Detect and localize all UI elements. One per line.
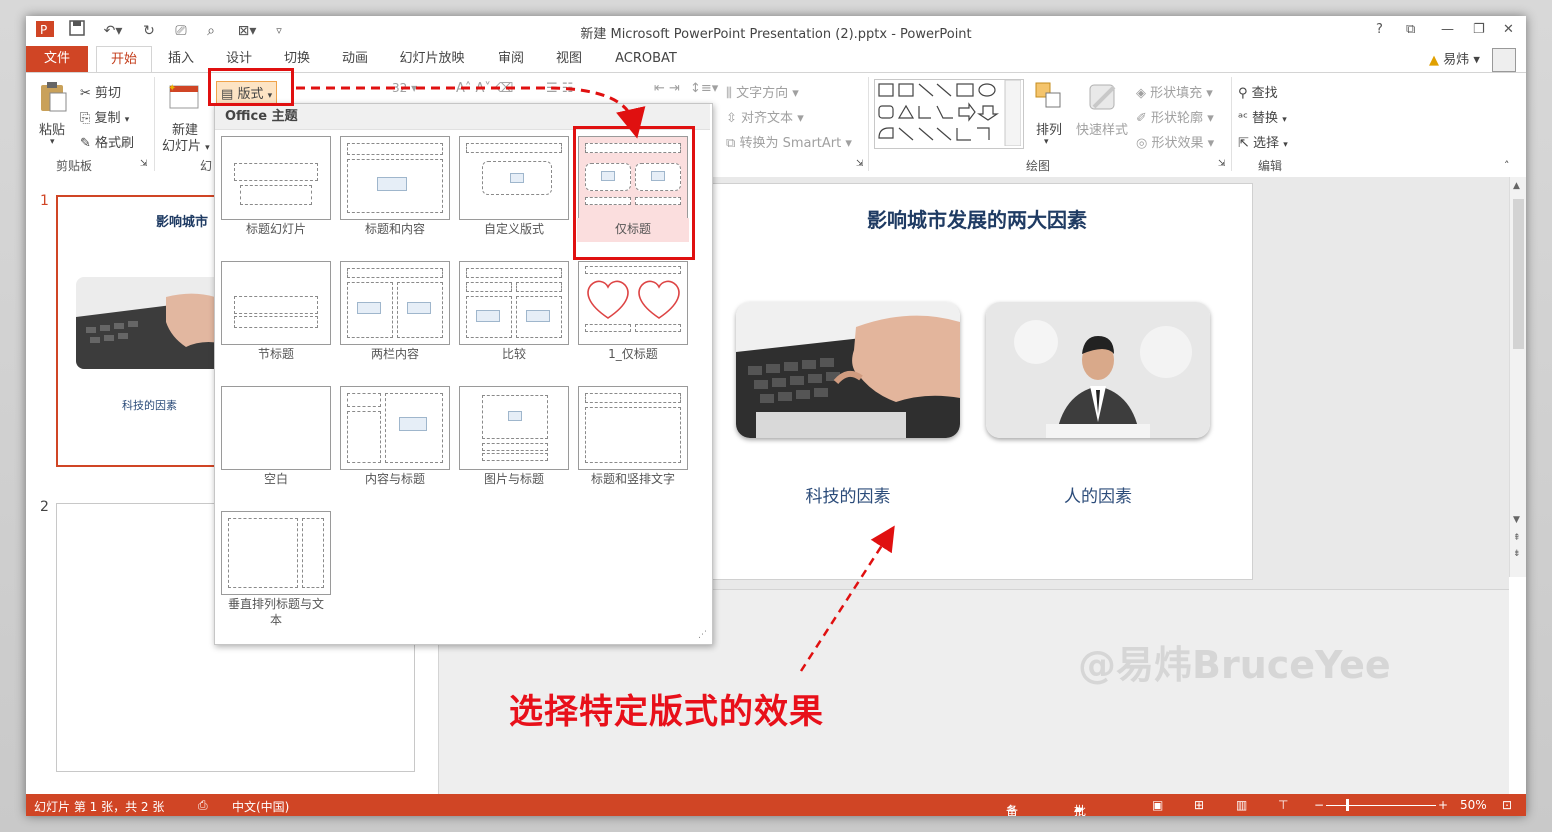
powerpoint-window: P ↶▾ ↻ ⎚ ⌕ ⊠▾ ▿ 新建 Microsoft PowerPoint … xyxy=(26,16,1526,816)
watermark: @易炜BruceYee xyxy=(1078,643,1391,687)
annotation-text: 选择特定版式的效果 xyxy=(509,692,824,732)
